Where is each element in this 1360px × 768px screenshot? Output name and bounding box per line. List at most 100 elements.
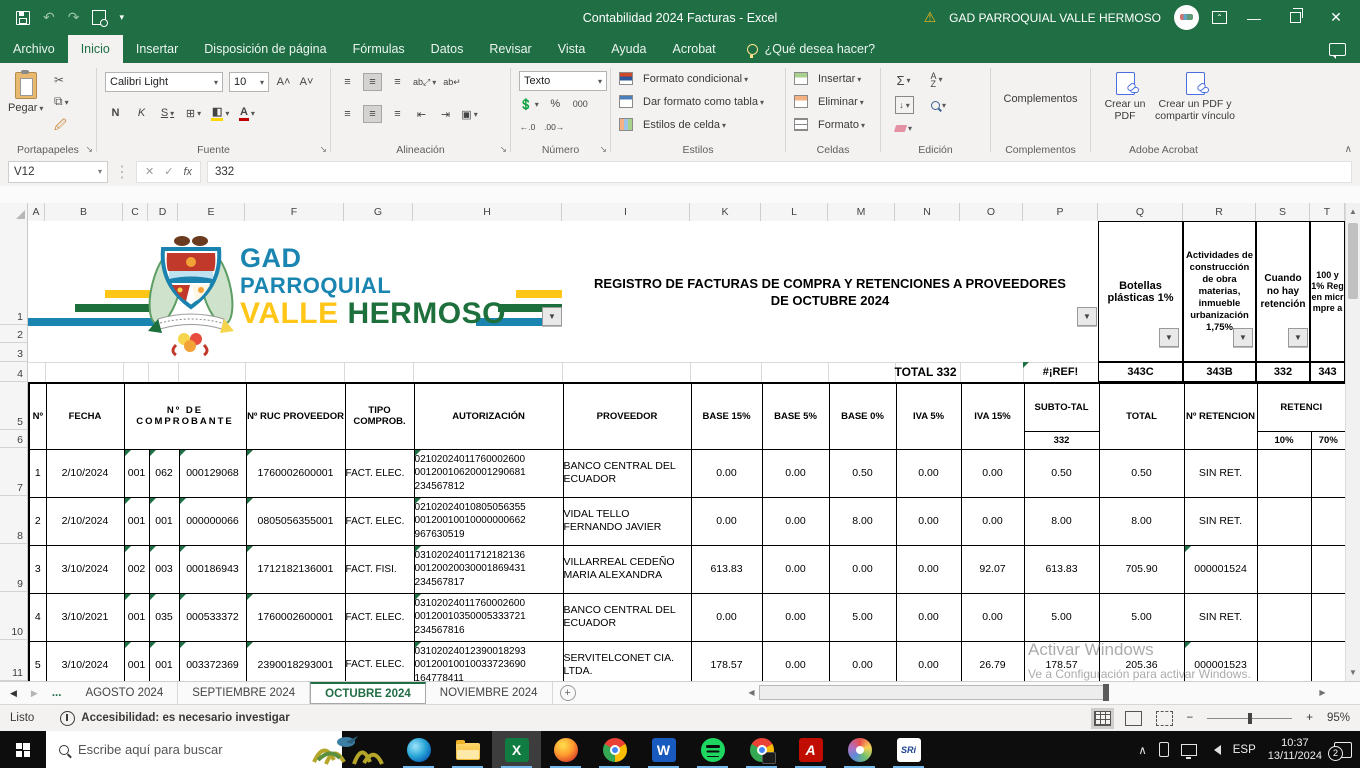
tab-disposicion[interactable]: Disposición de página <box>191 35 339 63</box>
col-header-proveedor[interactable]: PROVEEDOR <box>563 383 691 449</box>
language-indicator[interactable]: ESP <box>1233 744 1256 756</box>
cell-ruc[interactable]: 0805056355001 <box>246 497 345 545</box>
comments-icon[interactable] <box>1329 43 1346 56</box>
header-s-dropdown-icon[interactable]: ▼ <box>1288 328 1308 347</box>
cell-ret[interactable]: 000001523 <box>1184 641 1257 681</box>
cell-iva15[interactable]: 0.00 <box>961 449 1024 497</box>
cell-fecha[interactable]: 2/10/2024 <box>46 497 124 545</box>
print-preview-icon[interactable] <box>92 10 106 25</box>
format-as-table-button[interactable]: Dar formato como tabla <box>643 96 764 108</box>
cell-base0[interactable]: 0.50 <box>829 449 896 497</box>
cell-aut[interactable]: 03102024011760002600 0012001035000533372… <box>414 593 563 641</box>
autosum-icon[interactable]: Σ <box>895 72 912 88</box>
cell-total[interactable]: 205.36 <box>1099 641 1184 681</box>
fill-icon[interactable]: ↓ <box>895 96 914 114</box>
zoom-out-icon[interactable]: − <box>1187 712 1194 724</box>
number-dialog-launcher[interactable]: ↘ <box>599 144 607 155</box>
cell-total[interactable]: 705.90 <box>1099 545 1184 593</box>
zoom-level[interactable]: 95% <box>1327 712 1350 724</box>
account-name[interactable]: GAD PARROQUIAL VALLE HERMOSO <box>949 11 1161 25</box>
column-header-S[interactable]: S <box>1256 203 1310 221</box>
tab-ayuda[interactable]: Ayuda <box>598 35 659 63</box>
cell-ret[interactable]: 000001524 <box>1184 545 1257 593</box>
row-header-1[interactable]: 1 <box>0 221 27 325</box>
cell-base0[interactable]: 5.00 <box>829 593 896 641</box>
horizontal-scrollbar[interactable]: ◀ ▶ <box>745 682 1345 703</box>
taskbar-firefox[interactable] <box>541 731 590 768</box>
delete-button[interactable]: Eliminar <box>818 96 864 108</box>
column-header-L[interactable]: L <box>761 203 828 221</box>
alignment-dialog-launcher[interactable]: ↘ <box>499 144 507 155</box>
column-header-T[interactable]: T <box>1310 203 1345 221</box>
font-color-icon[interactable]: A <box>238 105 255 121</box>
cell-prov[interactable]: VILLARREAL CEDEÑO MARIA ALEXANDRA <box>563 545 691 593</box>
borders-icon[interactable]: ⊞ <box>185 105 202 121</box>
vertical-scroll-thumb[interactable] <box>1348 223 1358 299</box>
merge-center-icon[interactable]: ▣ <box>461 106 478 122</box>
column-header-F[interactable]: F <box>245 203 344 221</box>
col-header-iva5[interactable]: IVA 5% <box>896 383 961 449</box>
cell-ret[interactable]: SIN RET. <box>1184 593 1257 641</box>
cell-t[interactable] <box>1311 449 1345 497</box>
sheet-nav-right-icon[interactable]: ▶ <box>31 688 38 699</box>
align-center-icon[interactable]: ≡ <box>363 105 382 123</box>
cell-t[interactable] <box>1311 497 1345 545</box>
cell-iva5[interactable]: 0.00 <box>896 449 961 497</box>
cell-ret[interactable]: SIN RET. <box>1184 497 1257 545</box>
align-top-icon[interactable]: ≡ <box>339 74 356 90</box>
cell-n[interactable]: 5 <box>29 641 46 681</box>
cell-aut[interactable]: 02102024011760002600 0012001062000129068… <box>414 449 563 497</box>
cell-base5[interactable]: 0.00 <box>762 449 829 497</box>
taskbar-explorer[interactable] <box>443 731 492 768</box>
sort-filter-icon[interactable]: AZ <box>928 72 945 88</box>
cell-ret[interactable]: SIN RET. <box>1184 449 1257 497</box>
cell-iva15[interactable]: 26.79 <box>961 641 1024 681</box>
ribbon-display-options-icon[interactable]: ⌃ <box>1212 11 1227 24</box>
zoom-slider[interactable] <box>1207 718 1292 719</box>
tab-insertar[interactable]: Insertar <box>123 35 191 63</box>
cell-n[interactable]: 4 <box>29 593 46 641</box>
scrollbar-splitter[interactable] <box>1103 684 1109 701</box>
cell-base0[interactable]: 0.00 <box>829 641 896 681</box>
cell-styles-button[interactable]: Estilos de celda <box>643 119 726 131</box>
cell-total[interactable]: 8.00 <box>1099 497 1184 545</box>
decrease-indent-icon[interactable]: ⇤ <box>413 106 430 122</box>
tab-datos[interactable]: Datos <box>418 35 477 63</box>
column-header-G[interactable]: G <box>344 203 413 221</box>
column-header-N[interactable]: N <box>895 203 960 221</box>
restore-button[interactable] <box>1281 10 1309 26</box>
taskbar-edge[interactable] <box>394 731 443 768</box>
clear-icon[interactable] <box>895 120 912 136</box>
sheet-tab-septiembre[interactable]: SEPTIEMBRE 2024 <box>178 682 310 704</box>
sheet-grid[interactable]: GAD PARROQUIAL VALLE HERMOSO ▼ REGISTRO … <box>28 221 1345 681</box>
redo-icon[interactable]: ↷ <box>68 9 80 26</box>
cell-e[interactable]: 003372369 <box>179 641 246 681</box>
tell-me-search[interactable]: ¿Qué desea hacer? <box>747 35 876 63</box>
cell-aut[interactable]: 03102024012390018293 0012001001003372369… <box>414 641 563 681</box>
col-header-n[interactable]: Nº <box>29 383 46 449</box>
cell-base15[interactable]: 178.57 <box>691 641 762 681</box>
copy-icon[interactable]: ⧉ <box>54 94 69 109</box>
save-icon[interactable] <box>16 11 30 25</box>
col-header-total[interactable]: TOTAL <box>1099 383 1184 449</box>
font-name-select[interactable]: Calibri Light <box>105 72 223 92</box>
orientation-icon[interactable]: ab⤢ <box>413 74 436 90</box>
cell-tipo[interactable]: FACT. ELEC. <box>345 641 414 681</box>
underline-button[interactable]: S <box>159 105 176 121</box>
decrease-font-icon[interactable]: A˅ <box>298 74 315 90</box>
cell-e[interactable]: 000129068 <box>179 449 246 497</box>
cell-base0[interactable]: 8.00 <box>829 497 896 545</box>
cell-s[interactable] <box>1257 545 1311 593</box>
comma-style-icon[interactable]: 000 <box>572 96 589 112</box>
cell-s[interactable] <box>1257 497 1311 545</box>
tab-formulas[interactable]: Fórmulas <box>340 35 418 63</box>
taskbar-word[interactable] <box>639 731 688 768</box>
column-header-I[interactable]: I <box>562 203 690 221</box>
cell-s[interactable] <box>1257 641 1311 681</box>
cell-prov[interactable]: VIDAL TELLO FERNANDO JAVIER <box>563 497 691 545</box>
page-break-view-icon[interactable] <box>1156 711 1173 726</box>
header-q-cell[interactable]: Botellas plásticas 1% ▼ <box>1098 221 1183 362</box>
cell-fecha[interactable]: 3/10/2021 <box>46 593 124 641</box>
notifications-icon[interactable]: 2 <box>1334 742 1352 758</box>
ref-error-cell[interactable]: #¡REF! <box>1023 362 1098 382</box>
